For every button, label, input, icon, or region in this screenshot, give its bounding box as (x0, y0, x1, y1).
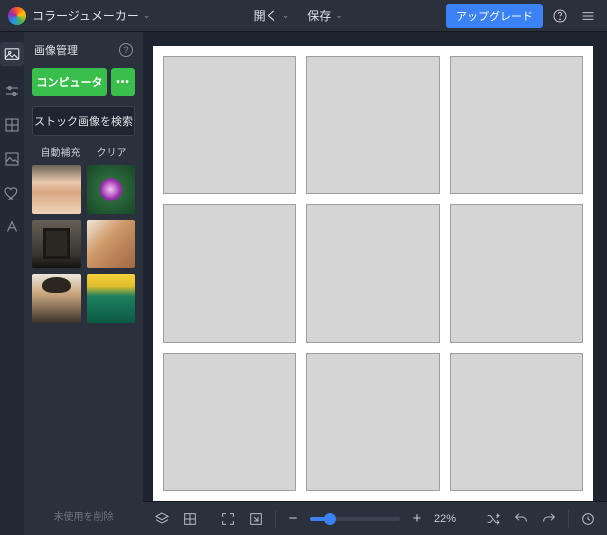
divider (275, 510, 276, 528)
collage-canvas[interactable] (153, 46, 593, 501)
app-title-label: コラージュメーカー (32, 7, 139, 24)
delete-unused-button[interactable]: 未使用を削除 (24, 496, 143, 535)
menu-icon[interactable] (577, 5, 599, 27)
thumbnail[interactable] (87, 274, 136, 323)
layers-icon[interactable] (153, 510, 171, 528)
zoom-percent: 22% (434, 513, 464, 525)
open-button[interactable]: 開く ⌄ (254, 7, 290, 24)
clear-button[interactable]: クリア (97, 144, 127, 159)
chevron-down-icon: ⌄ (335, 10, 343, 21)
panel-header: 画像管理 ? (24, 36, 143, 64)
history-icon[interactable] (579, 510, 597, 528)
layout-grid-icon[interactable] (181, 510, 199, 528)
collage-cell[interactable] (163, 353, 296, 491)
divider (568, 510, 569, 528)
save-label: 保存 (307, 7, 331, 24)
rail-image-manager[interactable] (0, 42, 24, 66)
save-button[interactable]: 保存 ⌄ (307, 7, 343, 24)
collage-cell[interactable] (306, 204, 439, 342)
stock-search-button[interactable]: ストック画像を検索 (32, 106, 135, 136)
collage-cell[interactable] (450, 56, 583, 194)
panel-actions: 自動補充 クリア (24, 140, 143, 165)
rail-layout[interactable] (3, 116, 21, 134)
collage-cell[interactable] (163, 56, 296, 194)
thumbnail[interactable] (32, 220, 81, 269)
collage-cell[interactable] (450, 353, 583, 491)
thumbnail[interactable] (32, 165, 81, 214)
undo-icon[interactable] (512, 510, 530, 528)
canvas-viewport (143, 32, 607, 501)
panel-title: 画像管理 (34, 42, 78, 58)
thumb-image-icon (32, 165, 81, 214)
collage-cell[interactable] (163, 204, 296, 342)
thumb-image-icon (32, 220, 81, 269)
header-center: 開く ⌄ 保存 ⌄ (156, 7, 440, 24)
thumb-image-icon (87, 165, 136, 214)
thumb-image-icon (87, 220, 136, 269)
thumb-image-icon (87, 274, 136, 323)
rail-text[interactable] (3, 218, 21, 236)
zoom-in-button[interactable]: + (410, 510, 424, 527)
redo-icon[interactable] (540, 510, 558, 528)
upgrade-button[interactable]: アップグレード (446, 4, 543, 28)
app-logo-icon (8, 7, 26, 25)
zoom-out-button[interactable]: − (286, 510, 300, 527)
app-body: 画像管理 ? コンピュータ ••• ストック画像を検索 自動補充 クリア 未使用… (0, 32, 607, 535)
thumbnail-grid (24, 165, 143, 323)
rail-favorites[interactable] (3, 184, 21, 202)
auto-fill-button[interactable]: 自動補充 (41, 144, 81, 159)
canvas-area: − + 22% (143, 32, 607, 535)
app-title-dropdown[interactable]: コラージュメーカー ⌄ (32, 7, 150, 24)
side-panel: 画像管理 ? コンピュータ ••• ストック画像を検索 自動補充 クリア 未使用… (24, 32, 143, 535)
thumbnail[interactable] (87, 165, 136, 214)
rail-adjust[interactable] (3, 82, 21, 100)
upload-row: コンピュータ ••• (24, 64, 143, 100)
app-header: コラージュメーカー ⌄ 開く ⌄ 保存 ⌄ アップグレード (0, 0, 607, 32)
thumbnail[interactable] (87, 220, 136, 269)
computer-upload-button[interactable]: コンピュータ (32, 68, 107, 96)
collage-cell[interactable] (306, 353, 439, 491)
zoom-knob[interactable] (324, 513, 336, 525)
bottom-toolbar: − + 22% (143, 501, 607, 535)
rail-background[interactable] (3, 150, 21, 168)
shuffle-icon[interactable] (484, 510, 502, 528)
thumbnail[interactable] (32, 274, 81, 323)
help-icon[interactable] (549, 5, 571, 27)
actual-size-icon[interactable] (247, 510, 265, 528)
panel-help-icon[interactable]: ? (119, 43, 133, 57)
chevron-down-icon: ⌄ (282, 10, 290, 21)
tool-rail (0, 32, 24, 535)
zoom-slider[interactable] (310, 517, 400, 521)
collage-cell[interactable] (450, 204, 583, 342)
collage-cell[interactable] (306, 56, 439, 194)
thumb-image-icon (32, 274, 81, 323)
open-label: 開く (254, 7, 278, 24)
fit-screen-icon[interactable] (219, 510, 237, 528)
chevron-down-icon: ⌄ (143, 10, 151, 21)
upload-more-button[interactable]: ••• (111, 68, 135, 96)
